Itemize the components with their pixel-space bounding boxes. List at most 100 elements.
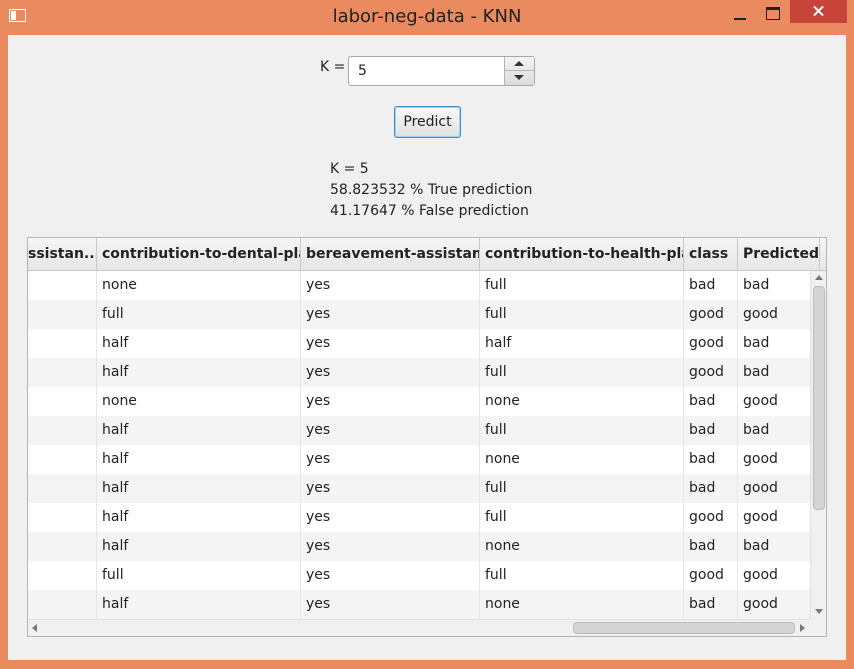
table-cell: half <box>97 474 301 503</box>
table-cell: none <box>480 387 684 416</box>
table-cell: yes <box>301 590 480 619</box>
table-cell <box>28 387 97 416</box>
minimize-button[interactable] <box>727 2 753 26</box>
decrement-arrow-icon[interactable] <box>505 71 534 85</box>
table-cell: good <box>738 561 810 590</box>
main-panel: K = Predict K = 5 58.823532 % True predi… <box>8 35 846 660</box>
vertical-scroll-thumb[interactable] <box>813 286 825 510</box>
table-header: ssistan... contribution-to-dental-plan ber… <box>28 238 826 271</box>
table-cell <box>28 445 97 474</box>
table-cell: yes <box>301 300 480 329</box>
table-cell: good <box>738 445 810 474</box>
column-header[interactable]: contribution-to-dental-plan <box>97 238 301 270</box>
table-cell: half <box>97 445 301 474</box>
table-cell: yes <box>301 474 480 503</box>
table-cell: yes <box>301 358 480 387</box>
k-spinner[interactable] <box>348 56 535 86</box>
increment-arrow-icon[interactable] <box>505 57 534 71</box>
result-k: K = 5 <box>330 161 369 177</box>
scroll-left-icon[interactable] <box>32 624 37 632</box>
table-cell: bad <box>684 416 738 445</box>
table-cell: bad <box>684 590 738 619</box>
k-input[interactable] <box>349 57 514 85</box>
table-cell: bad <box>738 416 810 445</box>
table-cell: bad <box>684 474 738 503</box>
table-cell: full <box>480 561 684 590</box>
table-row[interactable]: half yes none bad good <box>28 445 810 474</box>
table-row[interactable]: half yes full bad good <box>28 474 810 503</box>
table-row[interactable]: half yes full good good <box>28 503 810 532</box>
table-cell: full <box>97 561 301 590</box>
table-row[interactable]: full yes full good good <box>28 561 810 590</box>
table-cell: half <box>97 329 301 358</box>
table-cell <box>28 416 97 445</box>
table-cell: good <box>684 300 738 329</box>
scroll-corner <box>810 619 826 636</box>
table-cell: yes <box>301 387 480 416</box>
close-button[interactable] <box>790 0 847 23</box>
table-cell: yes <box>301 532 480 561</box>
table-cell: half <box>97 358 301 387</box>
table-row[interactable]: half yes none bad bad <box>28 532 810 561</box>
table-cell: full <box>480 503 684 532</box>
table-cell: none <box>480 445 684 474</box>
title-bar[interactable]: labor-neg-data - KNN <box>0 0 854 34</box>
table-cell: half <box>480 329 684 358</box>
table-cell: good <box>738 300 810 329</box>
table-cell: bad <box>684 271 738 300</box>
table-cell: good <box>684 561 738 590</box>
predict-button[interactable]: Predict <box>394 106 461 138</box>
spinner-buttons <box>504 57 534 85</box>
data-table[interactable]: ssistan... contribution-to-dental-plan ber… <box>27 237 827 637</box>
table-cell <box>28 474 97 503</box>
table-cell: half <box>97 532 301 561</box>
table-cell: bad <box>684 445 738 474</box>
table-row[interactable]: half yes full bad bad <box>28 416 810 445</box>
table-cell: yes <box>301 445 480 474</box>
table-cell: bad <box>684 532 738 561</box>
table-cell <box>28 590 97 619</box>
table-cell <box>28 271 97 300</box>
table-cell: good <box>738 474 810 503</box>
table-cell: full <box>480 416 684 445</box>
horizontal-scroll-thumb[interactable] <box>573 622 795 634</box>
table-cell: none <box>97 271 301 300</box>
table-row[interactable]: half yes full good bad <box>28 358 810 387</box>
table-row[interactable]: none yes none bad good <box>28 387 810 416</box>
result-true: 58.823532 % True prediction <box>330 182 533 198</box>
table-cell <box>28 329 97 358</box>
table-cell: good <box>684 329 738 358</box>
column-header[interactable]: Predicted <box>738 238 820 270</box>
horizontal-scrollbar[interactable] <box>28 619 810 636</box>
column-header[interactable]: class <box>684 238 738 270</box>
table-cell <box>28 532 97 561</box>
column-header[interactable]: contribution-to-health-plan <box>480 238 684 270</box>
table-cell: bad <box>738 271 810 300</box>
table-cell: full <box>480 300 684 329</box>
table-row[interactable]: full yes full good good <box>28 300 810 329</box>
window-title: labor-neg-data - KNN <box>332 6 522 27</box>
table-cell: none <box>97 387 301 416</box>
table-cell: half <box>97 503 301 532</box>
table-cell: full <box>97 300 301 329</box>
table-body[interactable]: none yes full bad bad full yes full good good half… <box>28 271 810 619</box>
scroll-right-icon[interactable] <box>800 624 805 632</box>
table-cell: none <box>480 590 684 619</box>
table-cell: good <box>738 503 810 532</box>
scroll-down-icon[interactable] <box>815 609 823 614</box>
table-cell: yes <box>301 329 480 358</box>
maximize-button[interactable] <box>759 2 787 26</box>
vertical-scrollbar[interactable] <box>810 271 826 619</box>
table-cell: good <box>738 590 810 619</box>
table-cell: half <box>97 590 301 619</box>
table-row[interactable]: half yes none bad good <box>28 590 810 619</box>
table-cell: bad <box>738 329 810 358</box>
table-row[interactable]: half yes half good bad <box>28 329 810 358</box>
table-cell: bad <box>684 387 738 416</box>
column-header[interactable]: ssistan... <box>28 238 97 270</box>
table-row[interactable]: none yes full bad bad <box>28 271 810 300</box>
table-cell: yes <box>301 503 480 532</box>
scroll-up-icon[interactable] <box>815 275 823 280</box>
column-header[interactable]: bereavement-assistance <box>301 238 480 270</box>
table-cell: half <box>97 416 301 445</box>
